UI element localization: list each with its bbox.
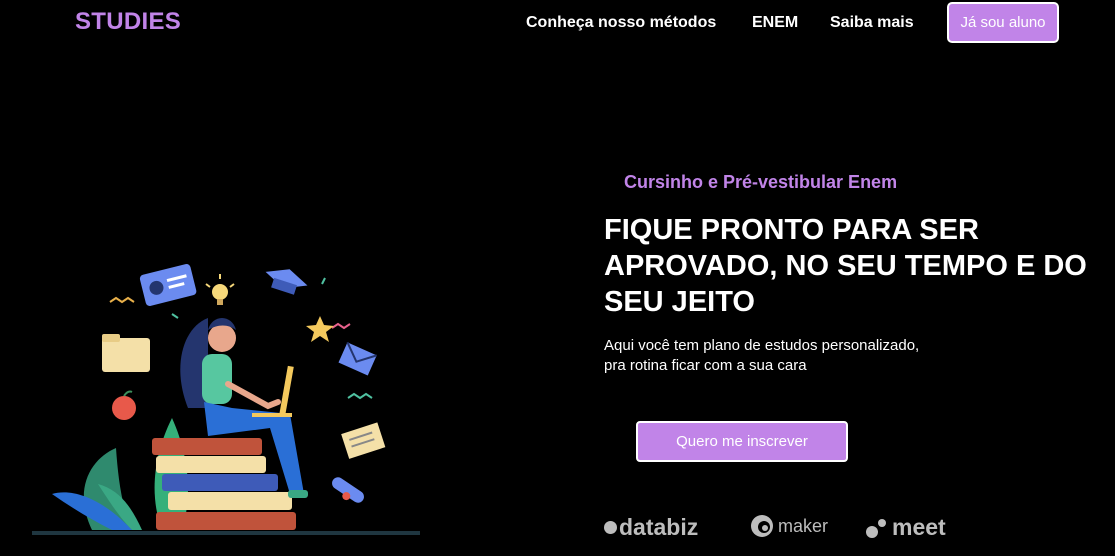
envelope-icon <box>338 341 377 376</box>
student-studying-illustration <box>32 264 420 535</box>
signup-button[interactable]: Quero me inscrever <box>636 421 848 462</box>
partner-logo-maker: maker <box>750 514 828 538</box>
logo[interactable]: STUDIES <box>75 8 181 36</box>
folder-icon <box>102 334 150 372</box>
nav-link-saiba-mais[interactable]: Saiba mais <box>830 14 914 32</box>
diploma-icon <box>332 477 364 503</box>
hero-subtext: Aqui você tem plano de estudos personali… <box>604 336 964 376</box>
star-icon <box>306 316 334 342</box>
hero-subtext-line-2: pra rotina ficar com a sua cara <box>604 357 807 374</box>
partner-logo-meet: meet <box>864 514 946 541</box>
nav-link-methods[interactable]: Conheça nosso métodos <box>526 14 716 32</box>
hero-subtext-line-1: Aqui você tem plano de estudos personali… <box>604 337 920 354</box>
book-stack-icon <box>152 438 296 530</box>
student-login-button[interactable]: Já sou aluno <box>947 2 1059 43</box>
graduation-cap-icon <box>265 269 308 295</box>
partner-logo-databiz: databiz <box>604 514 698 541</box>
hero-eyebrow: Cursinho e Pré-vestibular Enem <box>624 172 898 192</box>
maker-logo-icon <box>751 515 773 537</box>
notebook-icon <box>341 422 386 459</box>
lightbulb-icon <box>205 274 235 305</box>
nav-link-enem[interactable]: ENEM <box>752 14 798 32</box>
meet-dots-icon <box>866 518 886 538</box>
partner-maker-label: maker <box>778 515 829 536</box>
hero-headline: FIQUE PRONTO PARA SER APROVADO, NO SEU T… <box>604 214 1087 318</box>
apple-icon <box>112 390 136 420</box>
databiz-dot-icon <box>604 521 617 534</box>
partner-meet-label: meet <box>892 514 946 540</box>
id-card-icon <box>139 264 197 306</box>
partner-databiz-label: databiz <box>619 514 699 540</box>
partner-logos: databiz maker meet <box>604 514 964 548</box>
